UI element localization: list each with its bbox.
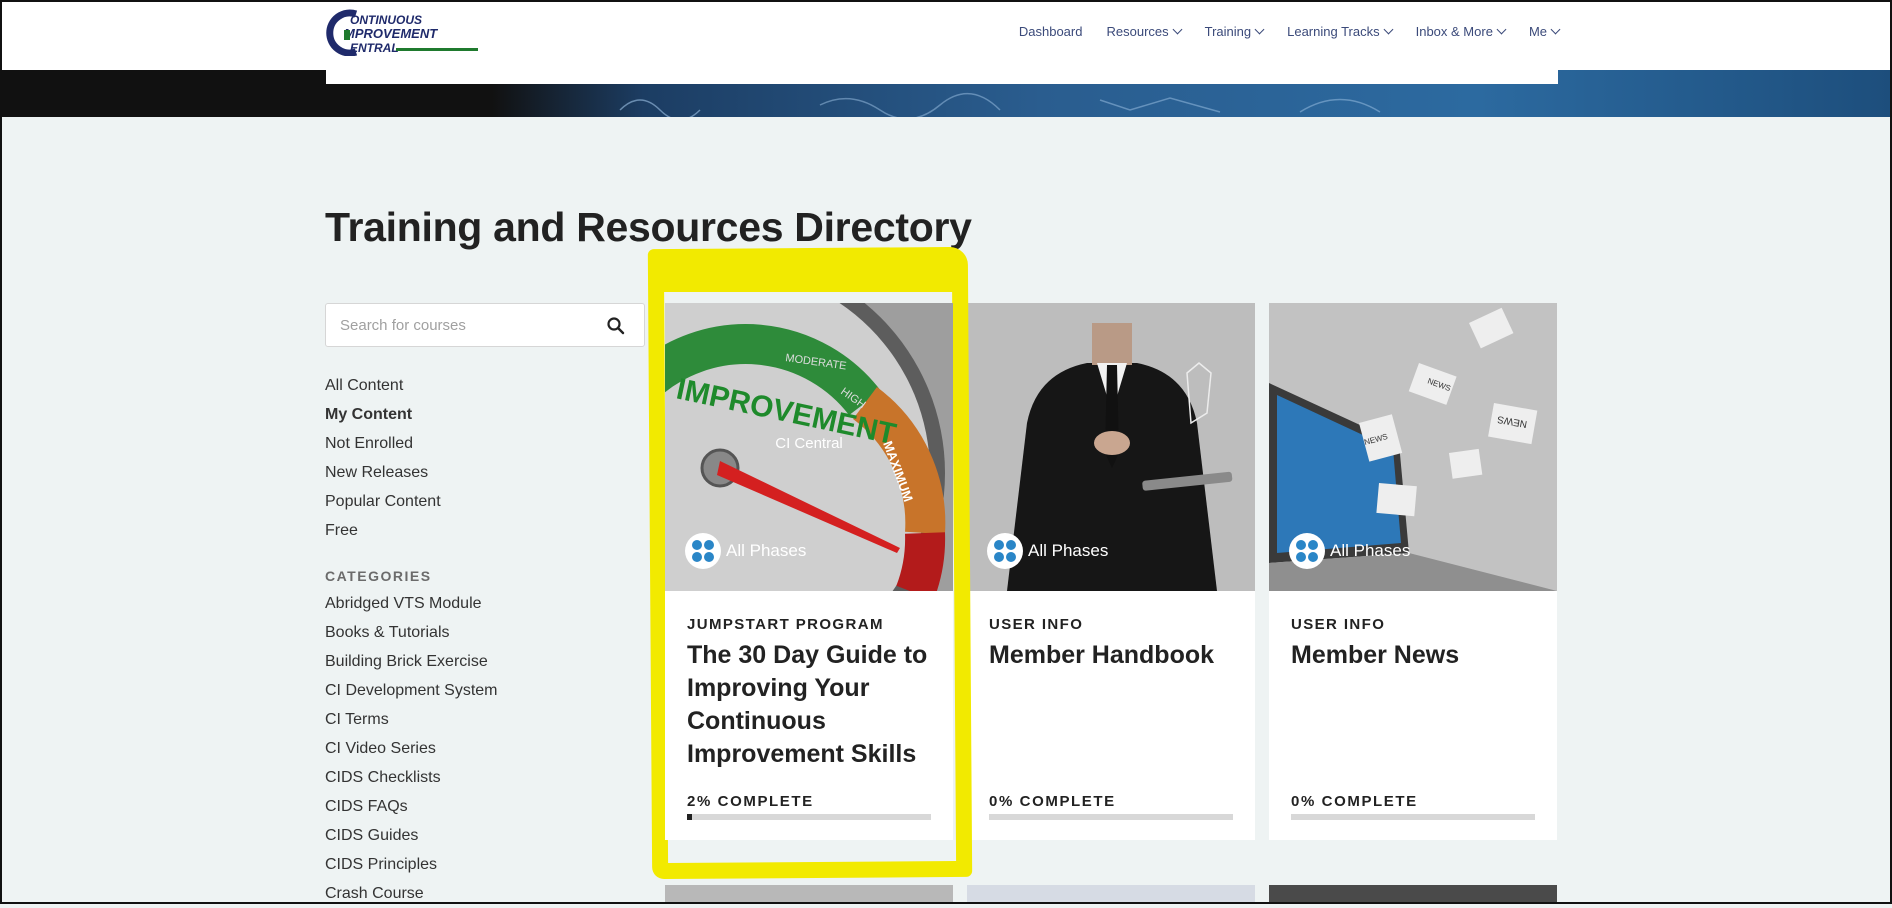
phase-avatar-icon — [987, 533, 1023, 569]
filter-not-enrolled[interactable]: Not Enrolled — [325, 429, 441, 458]
svg-text:MPROVEMENT: MPROVEMENT — [344, 26, 438, 41]
progress-bar — [1291, 814, 1535, 820]
course-image-caption: CI Central — [775, 435, 843, 452]
category-list: Abridged VTS Module Books & Tutorials Bu… — [325, 589, 498, 908]
course-card-member-handbook[interactable]: All Phases USER INFO Member Handbook 0% … — [967, 303, 1255, 840]
course-image: IMPROVEMENT MODERATE HIGH MAXIMUM CI Cen… — [665, 303, 953, 591]
category-item[interactable]: CIDS Principles — [325, 850, 498, 879]
course-card-30-day-guide[interactable]: IMPROVEMENT MODERATE HIGH MAXIMUM CI Cen… — [665, 303, 953, 840]
course-image: NEWS NEWS NEWS All Phases — [1269, 303, 1557, 591]
nav-me[interactable]: Me — [1528, 24, 1561, 39]
nav-training-label: Training — [1204, 24, 1252, 39]
progress-bar — [687, 814, 931, 820]
category-item[interactable]: CIDS Guides — [325, 821, 498, 850]
filter-new-releases[interactable]: New Releases — [325, 458, 441, 487]
nav-inbox-more[interactable]: Inbox & More — [1415, 24, 1507, 39]
phase-label: All Phases — [726, 541, 807, 560]
yellow-highlight-cap — [655, 250, 967, 292]
chevron-down-icon — [1550, 24, 1561, 35]
svg-text:ONTINUOUS: ONTINUOUS — [350, 13, 422, 27]
filter-popular-content[interactable]: Popular Content — [325, 487, 441, 516]
nav-resources-label: Resources — [1106, 24, 1169, 39]
nav-inbox-label: Inbox & More — [1415, 24, 1493, 39]
category-item[interactable]: CIDS FAQs — [325, 792, 498, 821]
course-card-peek[interactable] — [665, 885, 953, 904]
search-icon[interactable] — [606, 316, 626, 336]
course-card-peek[interactable] — [967, 885, 1255, 904]
course-card-peek[interactable] — [1269, 885, 1557, 904]
chevron-down-icon — [1383, 24, 1394, 35]
nav-learning-tracks[interactable]: Learning Tracks — [1287, 24, 1394, 39]
category-item[interactable]: CI Video Series — [325, 734, 498, 763]
category-item[interactable]: Abridged VTS Module — [325, 589, 498, 618]
nav-dashboard-label: Dashboard — [1018, 24, 1083, 39]
card-category: USER INFO — [989, 616, 1084, 633]
phase-avatar-icon — [1289, 533, 1325, 569]
nav-me-label: Me — [1528, 24, 1547, 39]
phase-badge: All Phases — [1289, 533, 1410, 569]
category-item[interactable]: CI Development System — [325, 676, 498, 705]
course-card-member-news[interactable]: NEWS NEWS NEWS All Phases USER INFO Memb… — [1269, 303, 1557, 840]
category-item[interactable]: Books & Tutorials — [325, 618, 498, 647]
chevron-down-icon — [1496, 24, 1507, 35]
progress-bar — [989, 814, 1233, 820]
search-input[interactable] — [338, 316, 592, 335]
card-category: JUMPSTART PROGRAM — [687, 616, 884, 633]
progress-label: 2% COMPLETE — [687, 793, 814, 810]
phase-badge: All Phases — [685, 533, 806, 569]
categories-heading: CATEGORIES — [325, 568, 432, 584]
progress-label: 0% COMPLETE — [989, 793, 1116, 810]
phase-badge: All Phases — [987, 533, 1108, 569]
phase-avatar-icon — [685, 533, 721, 569]
category-item[interactable]: Building Brick Exercise — [325, 647, 498, 676]
card-title[interactable]: Member News — [1291, 639, 1535, 672]
chalkboard-scribbles — [619, 92, 1381, 117]
content-filters: All Content My Content Not Enrolled New … — [325, 371, 441, 545]
nav-resources[interactable]: Resources — [1106, 24, 1183, 39]
course-search — [325, 303, 645, 347]
phase-label: All Phases — [1028, 541, 1109, 560]
category-item[interactable]: CIDS Checklists — [325, 763, 498, 792]
nav-training[interactable]: Training — [1204, 24, 1265, 39]
nav-dashboard[interactable]: Dashboard — [1019, 24, 1083, 39]
main-nav: Dashboard Resources Training Learning Tr… — [1019, 24, 1561, 39]
chevron-down-icon — [1254, 24, 1265, 35]
nav-learning-tracks-label: Learning Tracks — [1287, 24, 1380, 39]
ci-central-logo[interactable]: ONTINUOUS MPROVEMENT ENTRAL — [326, 8, 482, 56]
filter-my-content[interactable]: My Content — [325, 400, 441, 429]
filter-free[interactable]: Free — [325, 516, 441, 545]
top-navigation-bar: ONTINUOUS MPROVEMENT ENTRAL Dashboard Re… — [0, 0, 1892, 70]
card-category: USER INFO — [1291, 616, 1386, 633]
category-item[interactable]: CI Terms — [325, 705, 498, 734]
hero-banner — [0, 70, 1892, 117]
course-image: All Phases — [967, 303, 1255, 591]
card-title[interactable]: Member Handbook — [989, 639, 1233, 672]
phase-label: All Phases — [1330, 541, 1411, 560]
progress-label: 0% COMPLETE — [1291, 793, 1418, 810]
page-title: Training and Resources Directory — [325, 204, 972, 250]
chevron-down-icon — [1172, 24, 1183, 35]
svg-text:ENTRAL: ENTRAL — [350, 41, 399, 55]
card-title[interactable]: The 30 Day Guide to Improving Your Conti… — [687, 639, 931, 771]
filter-all-content[interactable]: All Content — [325, 371, 441, 400]
